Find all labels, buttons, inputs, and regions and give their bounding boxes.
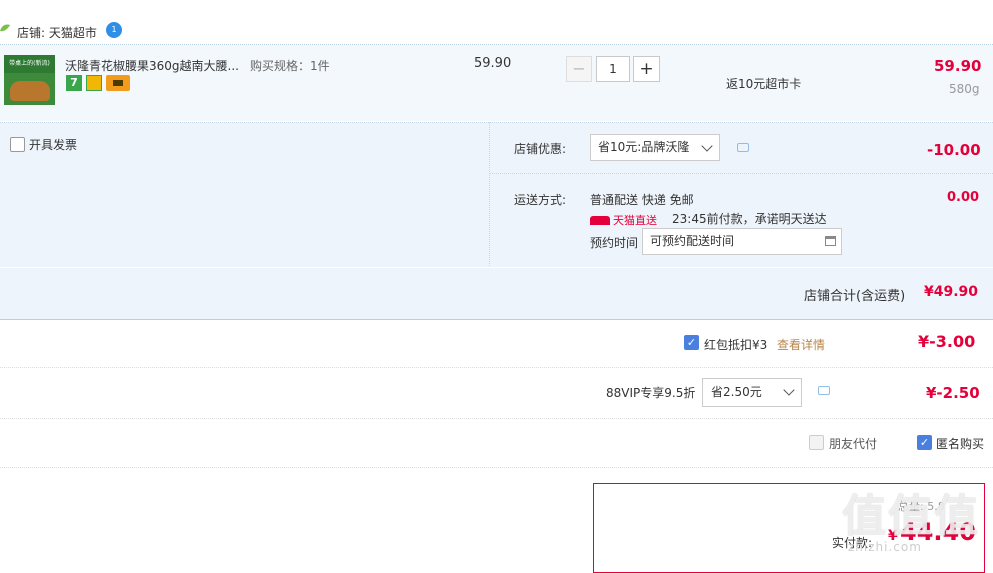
card-pay-icon [106, 75, 130, 91]
view-details-link[interactable]: 查看详情 [777, 336, 825, 353]
divider [489, 122, 491, 266]
appointment-time-value: 可预约配送时间 [650, 234, 735, 248]
message-icon[interactable] [737, 143, 749, 152]
shop-name[interactable]: 店铺: 天猫超市 [17, 24, 97, 41]
red-packet-row [0, 319, 993, 368]
message-icon[interactable] [818, 386, 830, 395]
red-packet-label[interactable]: 红包抵扣¥3 [704, 336, 767, 353]
anonymous-checkbox[interactable]: ✓ [917, 435, 932, 450]
tmall-cat-icon [590, 216, 610, 225]
vip-row [0, 368, 993, 419]
cashback-text: 返10元超市卡 [726, 77, 802, 91]
cashew-image [10, 81, 50, 101]
product-title[interactable]: 沃隆青花椒腰果360g越南大腰... [65, 57, 239, 74]
product-thumbnail[interactable]: 带桌上的(新流) [4, 55, 55, 105]
quantity-decrease-button[interactable]: − [566, 56, 592, 82]
store-total-label: 店铺合计(含运费) [804, 289, 906, 304]
tmall-direct-logo: 天猫直送 [590, 212, 662, 227]
delivery-promise: 23:45前付款，承诺明天送达 [672, 212, 827, 226]
coupon-selected-value: 省10元:品牌沃隆 [598, 140, 690, 154]
quantity-increase-button[interactable]: + [633, 56, 660, 82]
calendar-icon [825, 236, 836, 246]
watermark-url: zhizhi.com [848, 540, 922, 554]
shipping-fee: 0.00 [947, 190, 980, 205]
item-subtotal: 59.90 [934, 57, 982, 75]
divider [490, 173, 993, 174]
appointment-time-field[interactable]: 可预约配送时间 [642, 228, 842, 255]
red-packet-checkbox[interactable]: ✓ [684, 335, 699, 350]
seven-day-return-icon: 7 [66, 75, 82, 91]
invoice-label[interactable]: 开具发票 [29, 136, 77, 153]
vip-label: 88VIP专享9.5折 [606, 386, 696, 400]
leaf-icon [0, 24, 10, 32]
coupon-amount: -10.00 [927, 141, 981, 159]
watermark: 值值值 [842, 491, 980, 542]
product-spec: 购买规格：1件 [250, 59, 330, 73]
quantity-input[interactable]: 1 [596, 56, 630, 82]
coupon-label: 店铺优惠: [514, 142, 567, 156]
friend-pay-label[interactable]: 朋友代付 [829, 435, 877, 452]
shipping-label: 运送方式: [514, 193, 567, 207]
appointment-label: 预约时间 [590, 236, 639, 250]
shipping-method: 普通配送 快递 免邮 [590, 193, 694, 207]
friend-pay-checkbox[interactable] [809, 435, 824, 450]
vip-selected-value: 省2.50元 [711, 385, 762, 399]
vip-discount-amount: ¥-2.50 [926, 384, 980, 402]
guarantee-icon [86, 75, 102, 91]
item-weight: 580g [949, 82, 980, 96]
coupon-select[interactable]: 省10元:品牌沃隆 [590, 134, 720, 161]
order-options-panel [0, 122, 993, 267]
chevron-down-icon [783, 384, 795, 396]
unit-price: 59.90 [474, 56, 512, 71]
vip-discount-select[interactable]: 省2.50元 [702, 378, 802, 407]
anonymous-label[interactable]: 匿名购买 [936, 435, 984, 452]
invoice-checkbox[interactable] [10, 137, 25, 152]
thumbnail-caption: 带桌上的(新流) [4, 55, 55, 73]
chat-icon[interactable]: 1 [106, 22, 122, 38]
red-packet-amount: ¥-3.00 [918, 332, 976, 351]
chevron-down-icon [701, 140, 713, 152]
tmall-direct-text: 天猫直送 [613, 214, 657, 227]
shop-header [0, 0, 993, 45]
store-total-value: ¥49.90 [924, 284, 979, 300]
